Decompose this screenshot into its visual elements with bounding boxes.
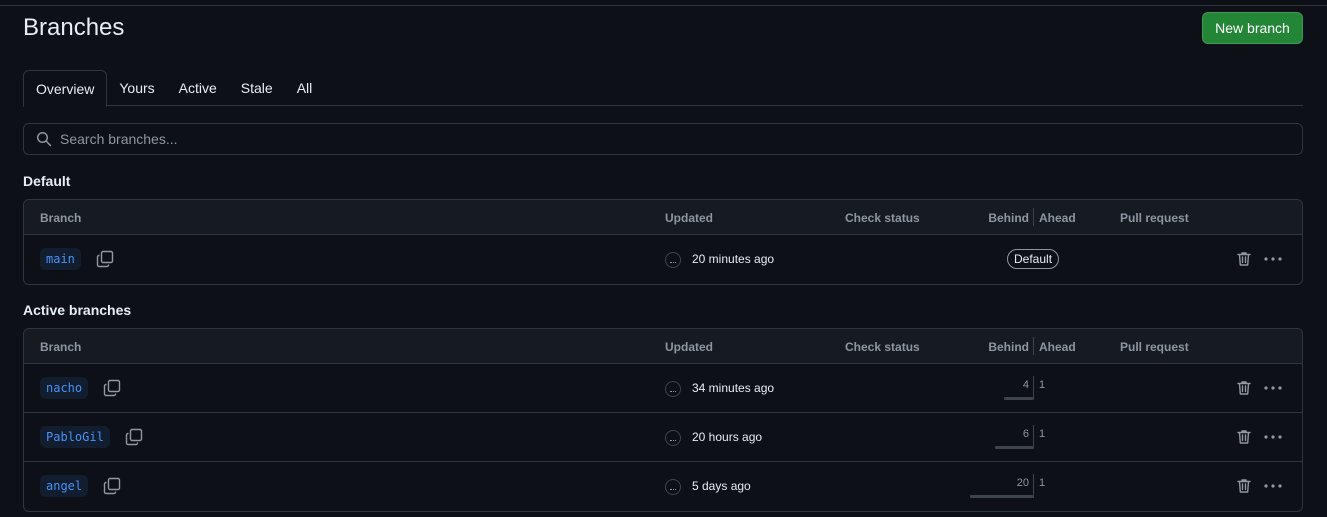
ahead-count: 1 [1039, 477, 1046, 489]
kebab-horizontal-icon[interactable] [1264, 251, 1282, 267]
avatar[interactable] [665, 381, 681, 397]
default-badge: Default [1007, 249, 1060, 269]
column-branch: Branch [40, 340, 82, 354]
default-branches-table: Branch Updated Check status Behind Ahead… [23, 199, 1303, 285]
active-section-title: Active branches [23, 302, 132, 318]
column-divider [1033, 337, 1034, 355]
table-header: Branch Updated Check status Behind Ahead… [24, 200, 1302, 235]
kebab-horizontal-icon[interactable] [1264, 478, 1282, 494]
column-behind: Behind [988, 340, 1029, 354]
updated-time: 5 days ago [692, 479, 751, 493]
column-updated: Updated [665, 211, 713, 225]
column-ahead: Ahead [1039, 211, 1076, 225]
active-branches-table: Branch Updated Check status Behind Ahead… [23, 328, 1303, 512]
page-title: Branches [23, 14, 125, 41]
behind-count: 6 [1022, 428, 1029, 440]
tab-yours[interactable]: Yours [107, 70, 166, 106]
trash-icon[interactable] [1236, 478, 1252, 494]
behind-ahead-divider [1033, 425, 1034, 449]
branch-name-link[interactable]: main [40, 248, 81, 270]
top-border [0, 5, 1327, 6]
tab-active[interactable]: Active [167, 70, 229, 106]
kebab-horizontal-icon[interactable] [1264, 429, 1282, 445]
updated-time: 20 hours ago [692, 430, 763, 444]
table-row: main 20 minutes ago Default [24, 235, 1302, 284]
ahead-count: 1 [1039, 428, 1046, 440]
copy-icon[interactable] [103, 379, 121, 397]
copy-icon[interactable] [96, 250, 114, 268]
branch-filter-tabs: Overview Yours Active Stale All [23, 70, 1303, 107]
tab-stale[interactable]: Stale [229, 70, 285, 106]
avatar[interactable] [665, 430, 681, 446]
column-updated: Updated [665, 340, 713, 354]
search-icon [36, 131, 52, 147]
branch-name-link[interactable]: PabloGil [40, 426, 110, 448]
column-pull-request: Pull request [1120, 211, 1189, 225]
behind-bar [970, 495, 1033, 498]
avatar[interactable] [665, 252, 681, 268]
branch-name-link[interactable]: angel [40, 475, 89, 497]
updated-time: 20 minutes ago [692, 252, 775, 266]
search-input[interactable] [60, 124, 1302, 154]
column-branch: Branch [40, 211, 82, 225]
column-behind: Behind [988, 211, 1029, 225]
behind-bar [995, 446, 1033, 449]
behind-ahead-divider [1033, 376, 1034, 400]
avatar[interactable] [665, 479, 681, 495]
kebab-horizontal-icon[interactable] [1264, 380, 1282, 396]
table-row: angel 5 days ago 20 1 [24, 462, 1302, 511]
table-row: PabloGil 20 hours ago 6 1 [24, 413, 1302, 462]
column-divider [1033, 208, 1034, 226]
updated-time: 34 minutes ago [692, 381, 775, 395]
column-ahead: Ahead [1039, 340, 1076, 354]
search-box [23, 123, 1303, 155]
tab-all[interactable]: All [285, 70, 325, 106]
copy-icon[interactable] [103, 477, 121, 495]
default-section-title: Default [23, 173, 71, 189]
behind-ahead-divider [1033, 474, 1034, 498]
column-pull-request: Pull request [1120, 340, 1189, 354]
column-check-status: Check status [845, 211, 920, 225]
new-branch-button[interactable]: New branch [1202, 12, 1303, 44]
copy-icon[interactable] [125, 428, 143, 446]
behind-count: 20 [1016, 477, 1029, 489]
trash-icon[interactable] [1236, 380, 1252, 396]
table-header: Branch Updated Check status Behind Ahead… [24, 329, 1302, 364]
trash-icon[interactable] [1236, 429, 1252, 445]
tab-overview[interactable]: Overview [23, 70, 108, 107]
column-check-status: Check status [845, 340, 920, 354]
behind-count: 4 [1022, 379, 1029, 391]
trash-icon[interactable] [1236, 251, 1252, 267]
branch-name-link[interactable]: nacho [40, 377, 89, 399]
ahead-count: 1 [1039, 379, 1046, 391]
behind-bar [1004, 397, 1033, 400]
table-row: nacho 34 minutes ago 4 1 [24, 364, 1302, 413]
